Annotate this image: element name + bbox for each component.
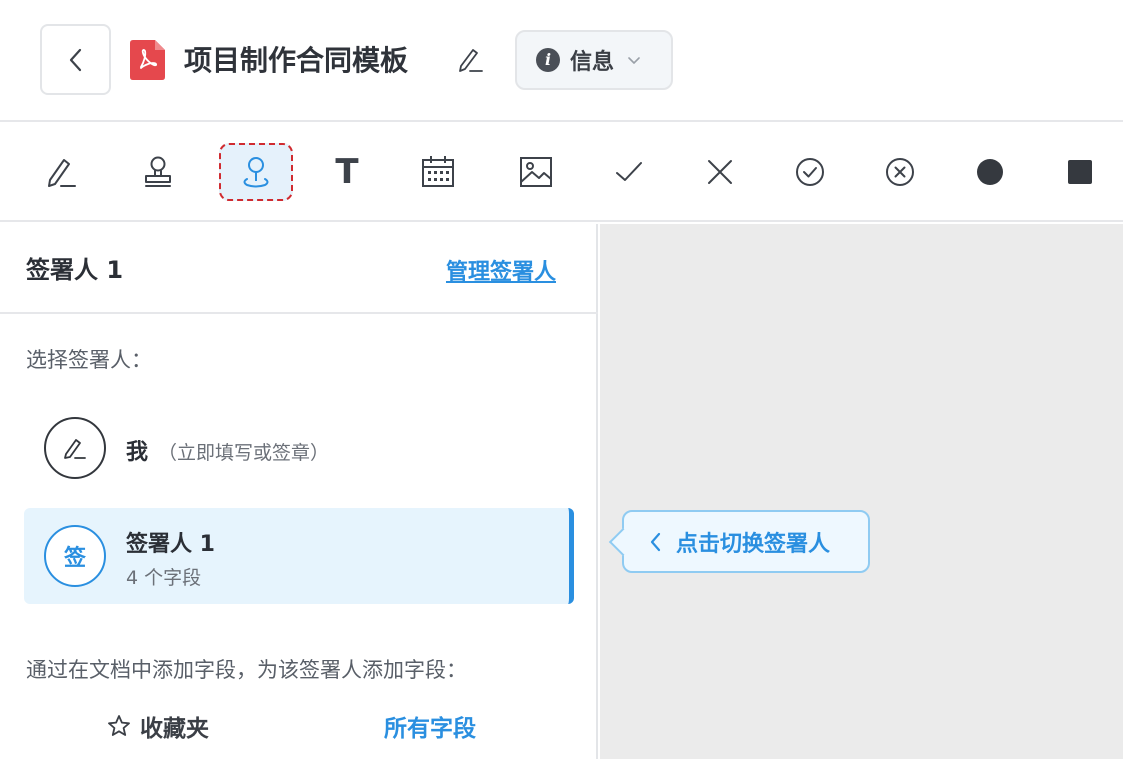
- filled-circle-icon: [977, 159, 1003, 185]
- info-label: 信息: [570, 50, 615, 75]
- document-canvas[interactable]: 点击切换签署人: [600, 224, 1123, 759]
- tool-check-circle[interactable]: [773, 143, 847, 201]
- add-fields-label: 通过在文档中添加字段，为该签署人添加字段：: [26, 658, 467, 682]
- tool-cross-circle[interactable]: [863, 143, 937, 201]
- manage-signers-link[interactable]: 管理签署人: [446, 254, 556, 286]
- field-tabs: 收藏夹 所有字段: [0, 709, 598, 759]
- switch-signer-hint[interactable]: 点击切换签署人: [622, 510, 870, 573]
- check-circle-icon: [796, 158, 824, 186]
- panel-header: 签署人 1 管理签署人: [0, 224, 598, 314]
- signer-panel: 签署人 1 管理签署人 选择签署人： 我 （立即填写或签章） 签 签署人 1 4 …: [0, 224, 598, 759]
- tool-signature[interactable]: [24, 143, 98, 201]
- star-icon: [108, 715, 130, 736]
- info-circle-icon: i: [536, 48, 560, 72]
- me-note: （立即填写或签章）: [158, 442, 330, 464]
- tab-all-fields[interactable]: 所有字段: [384, 709, 476, 743]
- stamp-icon: [145, 156, 171, 187]
- cross-icon: [708, 160, 732, 184]
- tool-filled-square[interactable]: [1043, 143, 1117, 201]
- signer-1-name: 签署人 1: [126, 532, 215, 557]
- signer-row-me[interactable]: 我 （立即填写或签章）: [24, 400, 574, 496]
- tab-favorites[interactable]: 收藏夹: [106, 709, 209, 743]
- chevron-down-icon: [628, 57, 640, 64]
- back-button[interactable]: [40, 24, 111, 95]
- signer-row-signer-1[interactable]: 签 签署人 1 4 个字段: [24, 508, 574, 604]
- avatar-signer: 签: [44, 525, 106, 587]
- tool-signer-field[interactable]: [219, 143, 293, 201]
- image-icon: [520, 157, 552, 187]
- tab-favorites-label: 收藏夹: [140, 716, 209, 742]
- info-dropdown-button[interactable]: i 信息: [515, 30, 673, 90]
- pencil-icon: [64, 439, 86, 459]
- filled-square-icon: [1068, 160, 1092, 184]
- select-signer-label: 选择签署人：: [26, 348, 152, 372]
- signer-1-field-count: 4 个字段: [126, 567, 202, 589]
- avatar-me: [44, 417, 106, 479]
- hint-text: 点击切换签署人: [676, 531, 831, 557]
- tool-filled-circle[interactable]: [953, 143, 1027, 201]
- tool-checkmark[interactable]: [592, 143, 666, 201]
- calendar-icon: [422, 156, 454, 187]
- chevron-left-icon: [69, 48, 81, 71]
- tool-text[interactable]: T: [310, 143, 384, 201]
- tool-cross[interactable]: [683, 143, 757, 201]
- tool-date[interactable]: [401, 143, 475, 201]
- checkmark-icon: [616, 162, 642, 181]
- signer-me-name: 我 （立即填写或签章）: [126, 434, 329, 466]
- document-title: 项目制作合同模板: [184, 44, 409, 77]
- signature-pen-icon: [48, 159, 76, 187]
- cross-circle-icon: [886, 158, 914, 186]
- pdf-file-icon: [130, 40, 165, 80]
- header-bar: 项目制作合同模板 i 信息: [0, 0, 1123, 122]
- text-icon: T: [335, 152, 359, 192]
- tool-stamp[interactable]: [121, 143, 195, 201]
- chevron-left-icon: [650, 532, 661, 551]
- tool-image[interactable]: [499, 143, 573, 201]
- pencil-icon[interactable]: [456, 45, 484, 75]
- me-label: 我: [126, 440, 149, 465]
- panel-title: 签署人 1: [26, 256, 124, 284]
- field-toolbar: T: [0, 123, 1123, 222]
- signer-pin-icon: [243, 157, 269, 188]
